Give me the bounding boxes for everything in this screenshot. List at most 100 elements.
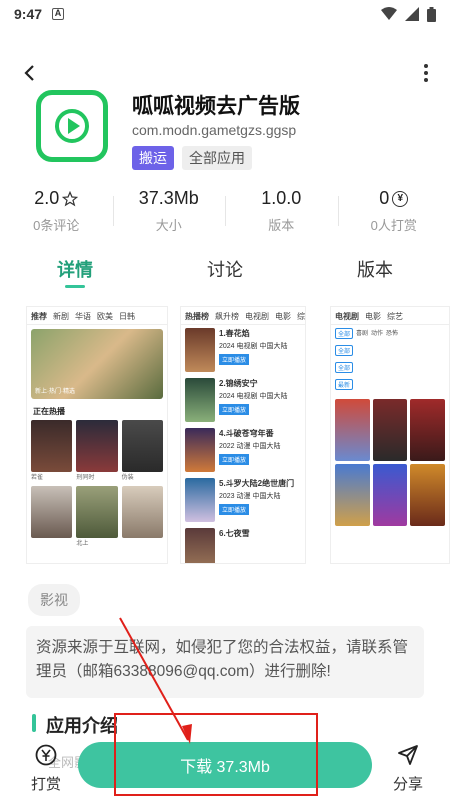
tab-discussion[interactable]: 讨论 [150, 250, 300, 290]
rank-poster [185, 328, 215, 372]
stat-version: 1.0.0 版本 [225, 188, 338, 238]
rank-poster [185, 478, 215, 522]
poster [372, 464, 408, 526]
category-tag[interactable]: 影视 [28, 584, 80, 616]
s3-chip: 最新 [335, 379, 354, 390]
app-package: com.modn.gametgzs.ggsp [132, 122, 297, 138]
s3-cap: 喜剧 [356, 331, 369, 337]
yen-circle-icon [35, 744, 57, 766]
s2-rank-item: 2.锦绣安宁 2024 电视剧 中国大陆 立即播放 [181, 375, 305, 425]
poster-caption: 伪装 [121, 475, 134, 481]
app-header: 呱呱视频去广告版 com.modn.gametgzs.ggsp 搬运 全部应用 [36, 90, 436, 170]
tag-repost[interactable]: 搬运 [132, 146, 174, 170]
s1-banner-title: 新上·热门·精选 [35, 389, 75, 395]
s2-tab: 热播榜 [185, 312, 209, 321]
s3-filter-row: 全部 [331, 342, 449, 359]
version-label: 版本 [268, 218, 295, 233]
rank-play-button: 立即播放 [219, 504, 250, 515]
s2-rank-item: 1.春花焰 2024 电视剧 中国大陆 立即播放 [181, 325, 305, 375]
s1-banner: 新上·热门·精选 [31, 329, 163, 399]
poster-caption [122, 538, 163, 548]
rank-meta: 2024 电视剧 中国大陆 [219, 343, 288, 350]
rank-play-button: 立即播放 [219, 354, 250, 365]
s1-tab: 推荐 [31, 312, 47, 321]
stat-rating[interactable]: 2.0 0条评论 [0, 188, 113, 238]
s2-rank-item: 5.斗罗大陆2绝世唐门 2023 动漫 中国大陆立即播放 [181, 475, 305, 525]
poster [410, 399, 445, 461]
top-nav [0, 50, 450, 94]
section-title: 应用介绍 [32, 712, 118, 738]
s2-tab: 电影 [275, 312, 291, 321]
wifi-icon [381, 7, 397, 20]
s1-tabs: 推荐 新剧 华语 欧美 日韩 [27, 307, 167, 325]
poster [31, 420, 73, 472]
stat-tips[interactable]: 0 ¥ 0人打赏 [337, 188, 450, 238]
status-icons [381, 6, 436, 22]
rank-title: 5.斗罗大陆2绝世唐门 [219, 479, 295, 488]
screenshot-2[interactable]: 热播榜 飙升榜 电视剧 电影 综艺 1.春花焰2024 电视剧 中国大陆立即播放… [180, 306, 306, 564]
sim-icon: A [52, 8, 65, 20]
poster [121, 486, 163, 538]
tag-all-apps[interactable]: 全部应用 [182, 146, 252, 170]
yen-icon: ¥ [392, 190, 409, 207]
rank-title: 6.七夜雪 [219, 529, 250, 538]
tab-details[interactable]: 详情 [0, 250, 150, 290]
rank-meta: 2024 电视剧 中国大陆 [219, 393, 288, 400]
status-bar: 9:47 A [0, 0, 450, 28]
s2-tab: 电视剧 [245, 312, 269, 321]
star-icon [62, 190, 79, 206]
size-label: 大小 [155, 218, 182, 233]
rank-meta: 2022 动漫 中国大陆 [219, 443, 281, 450]
s3-tab: 电视剧 [335, 312, 359, 321]
back-button[interactable] [14, 58, 44, 88]
s3-filter-row: 全部 喜剧 动作 恐怖 [331, 325, 449, 342]
s3-cap: 恐怖 [386, 331, 399, 337]
app-name: 呱呱视频去广告版 [132, 95, 300, 118]
version-value: 1.0.0 [261, 188, 302, 208]
more-vertical-icon [424, 64, 428, 82]
rank-title: 4.斗破苍穹年番 [219, 429, 274, 438]
rank-meta: 2023 动漫 中国大陆 [219, 493, 281, 500]
s1-hot-label: 正在热播 [33, 407, 65, 416]
tips-value: 0 [379, 188, 390, 208]
screenshot-carousel[interactable]: 推荐 新剧 华语 欧美 日韩 新上·热门·精选 正在热播 若雀 刑同时 伪装 北… [26, 306, 450, 564]
s3-filter-row: 最新 [331, 376, 449, 393]
poster [121, 420, 163, 472]
s3-poster-grid [331, 393, 449, 532]
app-tags: 搬运 全部应用 [132, 146, 252, 170]
poster [410, 464, 445, 526]
tips-label: 0人打赏 [370, 218, 417, 233]
signal-icon [405, 7, 419, 21]
screenshot-3[interactable]: 电视剧 电影 综艺 全部 喜剧 动作 恐怖 全部 全部 最新 [330, 306, 450, 564]
disclaimer-box: 资源来源于互联网，如侵犯了您的合法权益，请联系管理员（邮箱63388096@qq… [26, 626, 424, 698]
s3-chip: 全部 [335, 362, 354, 373]
detail-tabs: 详情 讨论 版本 [0, 250, 450, 290]
s2-tab: 飙升榜 [215, 312, 239, 321]
bottom-action-bar: 打赏 下载 37.3Mb 分享 [0, 738, 450, 800]
s3-chip: 全部 [335, 345, 354, 356]
share-button[interactable]: 分享 [388, 744, 428, 794]
s3-chip: 全部 [335, 328, 354, 339]
tip-button[interactable]: 打赏 [26, 744, 66, 794]
stat-size: 37.3Mb 大小 [112, 188, 226, 238]
poster [76, 486, 118, 538]
screenshot-1[interactable]: 推荐 新剧 华语 欧美 日韩 新上·热门·精选 正在热播 若雀 刑同时 伪装 北… [26, 306, 168, 564]
s1-tab: 新剧 [53, 312, 69, 321]
poster-caption: 若雀 [31, 475, 44, 481]
app-icon [36, 90, 108, 162]
s2-tab: 综艺 [297, 312, 305, 321]
rank-poster [185, 528, 215, 563]
tip-label: 打赏 [30, 776, 61, 793]
s3-tab: 电影 [365, 312, 381, 321]
rating-value: 2.0 [34, 188, 60, 208]
download-button[interactable]: 下载 37.3Mb [78, 742, 372, 788]
s1-tab: 欧美 [97, 312, 113, 321]
s2-tabs: 热播榜 飙升榜 电视剧 电影 综艺 [181, 307, 305, 325]
status-time: 9:47 [14, 6, 43, 22]
s3-cap: 动作 [371, 331, 384, 337]
s1-tab: 日韩 [119, 312, 135, 321]
more-options-button[interactable] [414, 58, 438, 88]
tab-versions[interactable]: 版本 [300, 250, 450, 290]
battery-icon [427, 6, 436, 22]
poster-caption: 北上 [76, 541, 89, 547]
